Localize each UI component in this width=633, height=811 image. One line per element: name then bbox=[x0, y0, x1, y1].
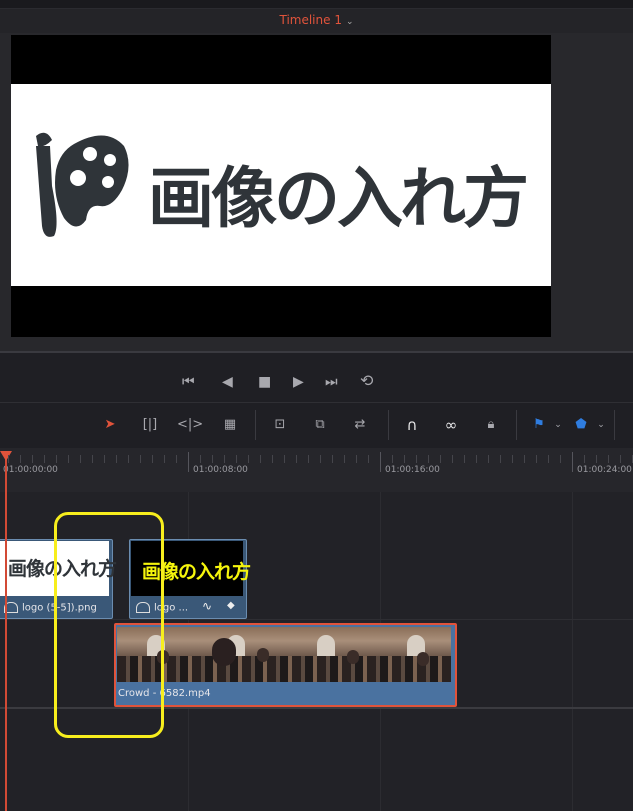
ruler-minor-tick bbox=[140, 455, 141, 463]
ruler-minor-tick bbox=[236, 455, 237, 463]
play-icon[interactable]: ▶ bbox=[293, 374, 304, 390]
ruler-minor-tick bbox=[308, 455, 309, 463]
window-top-bar bbox=[0, 0, 633, 9]
insert-clip-icon[interactable]: ⊡ bbox=[267, 415, 293, 435]
timecode-label: 01:00:16:00 bbox=[385, 465, 440, 475]
stop-icon[interactable]: ■ bbox=[258, 374, 271, 390]
transport-bar bbox=[0, 353, 633, 403]
ruler-minor-tick bbox=[500, 455, 501, 463]
ruler-major-tick bbox=[380, 452, 381, 472]
snapping-icon[interactable]: ∩ bbox=[399, 415, 425, 435]
ruler-minor-tick bbox=[536, 455, 537, 463]
toolbar-separator bbox=[614, 410, 615, 440]
ruler-major-tick bbox=[188, 452, 189, 472]
ruler-minor-tick bbox=[488, 455, 489, 463]
ruler-minor-tick bbox=[368, 455, 369, 463]
grid-line bbox=[572, 492, 573, 811]
ruler-minor-tick bbox=[584, 455, 585, 463]
timeline-title: Timeline 1 bbox=[279, 13, 342, 27]
skip-to-end-icon[interactable]: ⏭ bbox=[325, 374, 338, 390]
ruler-minor-tick bbox=[116, 455, 117, 463]
toolbar-separator bbox=[255, 410, 256, 440]
playhead-line[interactable] bbox=[5, 455, 7, 811]
ruler-minor-tick bbox=[548, 455, 549, 463]
logo-text: 画像の入れ方 bbox=[148, 160, 529, 237]
ruler-minor-tick bbox=[284, 455, 285, 463]
timecode-label: 01:00:24:00 bbox=[577, 465, 632, 475]
ruler-minor-tick bbox=[212, 455, 213, 463]
ruler-minor-tick bbox=[404, 455, 405, 463]
ruler-minor-tick bbox=[152, 455, 153, 463]
skip-to-start-icon[interactable]: ⏮ bbox=[182, 374, 195, 390]
ruler-minor-tick bbox=[20, 455, 21, 463]
ruler-minor-tick bbox=[416, 455, 417, 463]
ruler-minor-tick bbox=[440, 455, 441, 463]
ruler-minor-tick bbox=[320, 455, 321, 463]
thumbnail-figure bbox=[347, 650, 359, 664]
thumbnail-figure bbox=[257, 648, 269, 662]
playhead-marker[interactable] bbox=[0, 451, 12, 461]
blade-tool-icon[interactable]: ▦ bbox=[217, 415, 243, 435]
ruler-minor-tick bbox=[392, 455, 393, 463]
replace-clip-icon[interactable]: ⇄ bbox=[347, 415, 373, 435]
ruler-minor-tick bbox=[104, 455, 105, 463]
timecode-label: 01:00:08:00 bbox=[193, 465, 248, 475]
position-lock-icon[interactable]: 🔒︎ bbox=[478, 415, 504, 435]
highlight-annotation bbox=[54, 512, 164, 738]
ruler-minor-tick bbox=[56, 455, 57, 463]
keyframe-icon[interactable]: ◆ bbox=[227, 600, 235, 611]
ruler-minor-tick bbox=[596, 455, 597, 463]
timeline-selector[interactable]: Timeline 1 ⌄ bbox=[0, 13, 633, 27]
ruler-minor-tick bbox=[356, 455, 357, 463]
play-reverse-icon[interactable]: ◀ bbox=[222, 374, 233, 390]
ruler-minor-tick bbox=[332, 455, 333, 463]
ruler-minor-tick bbox=[44, 455, 45, 463]
ruler-minor-tick bbox=[260, 455, 261, 463]
toolbar-divider bbox=[0, 402, 633, 403]
ruler-minor-tick bbox=[620, 455, 621, 463]
ruler-minor-tick bbox=[344, 455, 345, 463]
ruler-minor-tick bbox=[452, 455, 453, 463]
ruler-minor-tick bbox=[92, 455, 93, 463]
curve-icon[interactable]: ∿ bbox=[202, 599, 212, 613]
selection-tool-icon[interactable]: ➤ bbox=[97, 415, 123, 435]
ruler-minor-tick bbox=[608, 455, 609, 463]
toolbar-separator bbox=[388, 410, 389, 440]
ruler-minor-tick bbox=[128, 455, 129, 463]
chevron-down-icon: ⌄ bbox=[345, 17, 354, 27]
ruler-minor-tick bbox=[8, 455, 9, 463]
trim-edit-icon[interactable]: [|] bbox=[137, 415, 163, 435]
thumbnail-figure bbox=[417, 652, 429, 666]
clip-thumbnail bbox=[117, 627, 451, 682]
ruler-minor-tick bbox=[200, 455, 201, 463]
timecode-label: 01:00:00:00 bbox=[3, 465, 58, 475]
ruler-minor-tick bbox=[80, 455, 81, 463]
ruler-minor-tick bbox=[560, 455, 561, 463]
ruler-minor-tick bbox=[524, 455, 525, 463]
ruler-minor-tick bbox=[512, 455, 513, 463]
ruler-minor-tick bbox=[428, 455, 429, 463]
toolbar-separator bbox=[516, 410, 517, 440]
ruler-minor-tick bbox=[476, 455, 477, 463]
thumbnail-figure bbox=[212, 638, 236, 666]
ruler-minor-tick bbox=[464, 455, 465, 463]
ruler-minor-tick bbox=[164, 455, 165, 463]
overwrite-clip-icon[interactable]: ⧉ bbox=[307, 415, 333, 435]
ruler-major-tick bbox=[572, 452, 573, 472]
ruler-minor-tick bbox=[176, 455, 177, 463]
ruler-minor-tick bbox=[248, 455, 249, 463]
ruler-minor-tick bbox=[296, 455, 297, 463]
linked-selection-icon[interactable]: ∞ bbox=[438, 415, 464, 435]
ruler-minor-tick bbox=[68, 455, 69, 463]
dynamic-trim-icon[interactable]: <|> bbox=[177, 415, 203, 435]
ruler-minor-tick bbox=[224, 455, 225, 463]
ruler-minor-tick bbox=[272, 455, 273, 463]
timeline-ruler[interactable] bbox=[0, 448, 633, 492]
chevron-down-icon[interactable]: ⌄ bbox=[588, 415, 614, 435]
palette-icon bbox=[36, 132, 129, 237]
loop-icon[interactable]: ⟲ bbox=[360, 371, 373, 390]
ruler-minor-tick bbox=[32, 455, 33, 463]
